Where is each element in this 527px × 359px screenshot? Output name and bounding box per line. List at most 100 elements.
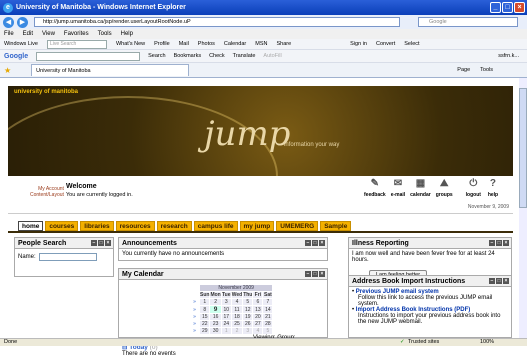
portlet-close-button[interactable]: × bbox=[105, 240, 111, 246]
close-button[interactable]: × bbox=[514, 2, 525, 13]
calendar-day[interactable]: 26 bbox=[242, 320, 254, 328]
calendar-day[interactable]: 3 bbox=[220, 298, 232, 306]
tab-umemerg[interactable]: UMEMERG bbox=[276, 221, 319, 231]
link-windows-live[interactable]: Windows Live bbox=[4, 41, 38, 47]
calendar-day[interactable]: 12 bbox=[242, 305, 254, 314]
convert-button[interactable]: Convert bbox=[376, 41, 395, 47]
select-button[interactable]: Select bbox=[404, 41, 419, 47]
menu-file[interactable]: File bbox=[4, 31, 14, 37]
week-select-arrow[interactable]: » bbox=[189, 327, 200, 335]
tab-home[interactable]: home bbox=[18, 221, 44, 231]
menu-edit[interactable]: Edit bbox=[23, 31, 33, 37]
calendar-day[interactable]: 27 bbox=[252, 320, 264, 328]
week-select-arrow[interactable]: » bbox=[189, 313, 200, 321]
portlet-min-button[interactable]: − bbox=[489, 278, 495, 284]
portlet-close-button[interactable]: × bbox=[503, 240, 509, 246]
menu-help[interactable]: Help bbox=[121, 31, 133, 37]
zoom-level[interactable]: 100% bbox=[480, 339, 494, 346]
portlet-close-button[interactable]: × bbox=[319, 240, 325, 246]
link-whats-new[interactable]: What's New bbox=[116, 41, 145, 47]
portlet-min-button[interactable]: − bbox=[489, 240, 495, 246]
name-input[interactable] bbox=[38, 253, 97, 261]
portlet-max-button[interactable]: □ bbox=[496, 278, 502, 284]
live-search-input[interactable]: Live Search bbox=[46, 39, 107, 49]
scrollbar-thumb[interactable] bbox=[519, 88, 527, 208]
browser-search-input[interactable]: Google bbox=[418, 17, 518, 27]
google-search-input[interactable] bbox=[36, 51, 141, 61]
forward-button[interactable]: ▶ bbox=[17, 16, 28, 28]
calendar-day[interactable]: 23 bbox=[209, 320, 222, 328]
portlet-max-button[interactable]: □ bbox=[312, 240, 318, 246]
groups-button[interactable]: ⛰ groups bbox=[436, 178, 453, 198]
calendar-day[interactable]: 7 bbox=[262, 298, 274, 306]
calendar-button[interactable]: ▦ calendar bbox=[410, 178, 431, 198]
calendar-day[interactable]: 24 bbox=[220, 320, 232, 328]
calendar-day[interactable]: 17 bbox=[220, 313, 232, 321]
url-input[interactable]: http://jump.umanitoba.ca/jsp/render.user… bbox=[34, 17, 400, 27]
menu-view[interactable]: View bbox=[42, 31, 55, 37]
google-account[interactable]: ssfrn.k... bbox=[498, 53, 519, 59]
calendar-day[interactable]: 14 bbox=[262, 305, 274, 314]
maximize-button[interactable]: □ bbox=[502, 2, 513, 13]
calendar-day[interactable]: 10 bbox=[220, 305, 232, 314]
portlet-close-button[interactable]: × bbox=[319, 271, 325, 277]
calendar-day-other-month[interactable]: 5 bbox=[262, 327, 274, 335]
favorites-star-icon[interactable]: ★ bbox=[4, 66, 11, 75]
tab-resources[interactable]: resources bbox=[115, 221, 155, 231]
calendar-day[interactable]: 18 bbox=[230, 313, 244, 321]
calendar-day[interactable]: 16 bbox=[209, 313, 222, 321]
menu-tools[interactable]: Tools bbox=[98, 31, 112, 37]
portlet-max-button[interactable]: □ bbox=[312, 271, 318, 277]
link-msn[interactable]: MSN bbox=[255, 41, 267, 47]
tab-university-of-manitoba[interactable]: University of Manitoba bbox=[31, 64, 190, 76]
calendar-day[interactable]: 11 bbox=[230, 305, 244, 314]
email-button[interactable]: ✉ e-mail bbox=[391, 178, 405, 198]
portlet-max-button[interactable]: □ bbox=[98, 240, 104, 246]
calendar-day[interactable]: 19 bbox=[242, 313, 254, 321]
calendar-day[interactable]: 1 bbox=[198, 298, 211, 306]
calendar-day-other-month[interactable]: 1 bbox=[220, 327, 232, 335]
content-layout-link[interactable]: Content/Layout bbox=[30, 192, 64, 198]
calendar-day[interactable]: 30 bbox=[209, 327, 222, 335]
link-profile[interactable]: Profile bbox=[154, 41, 170, 47]
week-select-arrow[interactable]: » bbox=[189, 305, 200, 314]
link-share[interactable]: Share bbox=[276, 41, 291, 47]
feedback-button[interactable]: ✎ feedback bbox=[364, 178, 386, 198]
tab-campus-life[interactable]: campus life bbox=[193, 221, 238, 231]
google-bookmarks-button[interactable]: Bookmarks bbox=[174, 53, 202, 59]
minimize-button[interactable]: _ bbox=[490, 2, 501, 13]
calendar-day[interactable]: 28 bbox=[262, 320, 274, 328]
google-autofill-button[interactable]: AutoFill bbox=[263, 53, 281, 59]
tab-courses[interactable]: courses bbox=[45, 221, 79, 231]
calendar-day[interactable]: 8 bbox=[198, 305, 211, 314]
calendar-day[interactable]: 15 bbox=[198, 313, 211, 321]
link-calendar[interactable]: Calendar bbox=[224, 41, 246, 47]
calendar-day[interactable]: 21 bbox=[262, 313, 274, 321]
back-button[interactable]: ◀ bbox=[3, 16, 14, 28]
portlet-close-button[interactable]: × bbox=[503, 278, 509, 284]
tab-research[interactable]: research bbox=[156, 221, 192, 231]
calendar-day[interactable]: 6 bbox=[252, 298, 264, 306]
google-check-button[interactable]: Check bbox=[209, 53, 225, 59]
tools-menu[interactable]: Tools bbox=[480, 67, 493, 73]
calendar-day-today[interactable]: 9 bbox=[209, 305, 222, 314]
week-select-arrow[interactable]: » bbox=[189, 320, 200, 328]
portlet-min-button[interactable]: − bbox=[305, 271, 311, 277]
help-button[interactable]: ? help bbox=[486, 178, 500, 198]
tab-my-jump[interactable]: my jump bbox=[239, 221, 275, 231]
portlet-min-button[interactable]: − bbox=[91, 240, 97, 246]
calendar-day[interactable]: 20 bbox=[252, 313, 264, 321]
menu-favorites[interactable]: Favorites bbox=[64, 31, 89, 37]
calendar-day[interactable]: 4 bbox=[230, 298, 244, 306]
calendar-day-other-month[interactable]: 2 bbox=[230, 327, 244, 335]
portlet-min-button[interactable]: − bbox=[305, 240, 311, 246]
sign-in-link[interactable]: Sign in bbox=[350, 41, 367, 47]
tab-sample[interactable]: Sample bbox=[320, 221, 352, 231]
calendar-day[interactable]: 2 bbox=[209, 298, 222, 306]
link-mail[interactable]: Mail bbox=[179, 41, 189, 47]
calendar-day[interactable]: 5 bbox=[242, 298, 254, 306]
logout-button[interactable]: ⏻ logout bbox=[466, 178, 481, 198]
calendar-day[interactable]: 29 bbox=[198, 327, 211, 335]
calendar-day[interactable]: 13 bbox=[252, 305, 264, 314]
vertical-scrollbar[interactable] bbox=[519, 78, 527, 338]
